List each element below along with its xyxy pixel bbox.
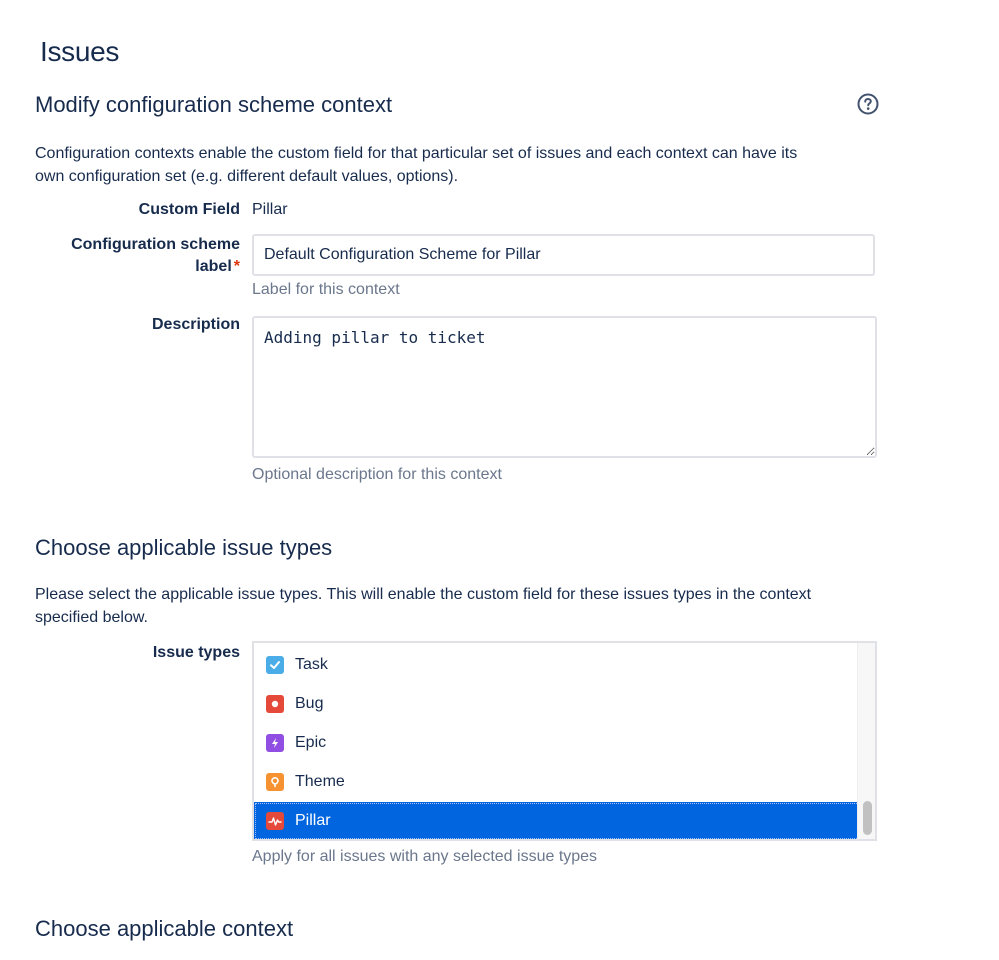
- issue-types-description: Please select the applicable issue types…: [35, 583, 885, 629]
- custom-field-value: Pillar: [252, 201, 288, 218]
- scheme-label-label-line-2: label: [195, 258, 232, 275]
- required-marker: *: [233, 258, 240, 275]
- issue-type-option-bug[interactable]: Bug: [254, 685, 860, 723]
- issue-type-label: Theme: [295, 773, 345, 790]
- context-description: Configuration contexts enable the custom…: [35, 142, 885, 188]
- issue-type-label: Bug: [295, 695, 324, 712]
- description-label: Description: [151, 316, 240, 333]
- issue-type-option-pillar[interactable]: Pillar: [254, 802, 860, 839]
- scrollbar-thumb[interactable]: [863, 801, 872, 835]
- section-title-modify-context: Modify configuration scheme context: [35, 92, 393, 117]
- scheme-label-label: Configuration scheme label *: [71, 234, 240, 278]
- issue-type-option-task[interactable]: Task: [254, 646, 860, 684]
- issue-type-label: Pillar: [295, 812, 331, 829]
- issue-type-option-epic[interactable]: Epic: [254, 724, 860, 762]
- page-title: Issues: [40, 36, 120, 67]
- description-textarea[interactable]: Adding pillar to ticket: [252, 316, 877, 458]
- issue-types-listbox[interactable]: Task Bug Epic Theme Pillar: [252, 641, 877, 841]
- theme-icon: [266, 773, 284, 791]
- section-title-issue-types: Choose applicable issue types: [35, 535, 333, 560]
- issue-types-description-line-1: Please select the applicable issue types…: [35, 586, 812, 603]
- task-icon: [266, 656, 284, 674]
- issue-type-label: Task: [295, 656, 328, 673]
- issue-types-label: Issue types: [152, 644, 240, 661]
- question-circle-icon[interactable]: [857, 93, 879, 115]
- scheme-label-input[interactable]: [252, 234, 875, 276]
- pillar-icon: [266, 812, 284, 830]
- scheme-label-hint: Label for this context: [252, 281, 400, 298]
- description-hint: Optional description for this context: [252, 466, 502, 483]
- listbox-scrollbar[interactable]: [857, 643, 875, 839]
- section-title-applicable-context: Choose applicable context: [35, 916, 294, 941]
- issue-type-label: Epic: [295, 734, 327, 751]
- bug-icon: [266, 695, 284, 713]
- context-description-line-2: own configuration set (e.g. different de…: [35, 168, 459, 185]
- issue-type-option-theme[interactable]: Theme: [254, 763, 860, 801]
- scheme-label-label-line-1: Configuration scheme: [71, 236, 240, 253]
- custom-field-label: Custom Field: [138, 201, 240, 218]
- epic-icon: [266, 734, 284, 752]
- issue-types-description-line-2: specified below.: [35, 609, 148, 626]
- issue-types-hint: Apply for all issues with any selected i…: [252, 848, 598, 865]
- context-description-line-1: Configuration contexts enable the custom…: [35, 145, 798, 162]
